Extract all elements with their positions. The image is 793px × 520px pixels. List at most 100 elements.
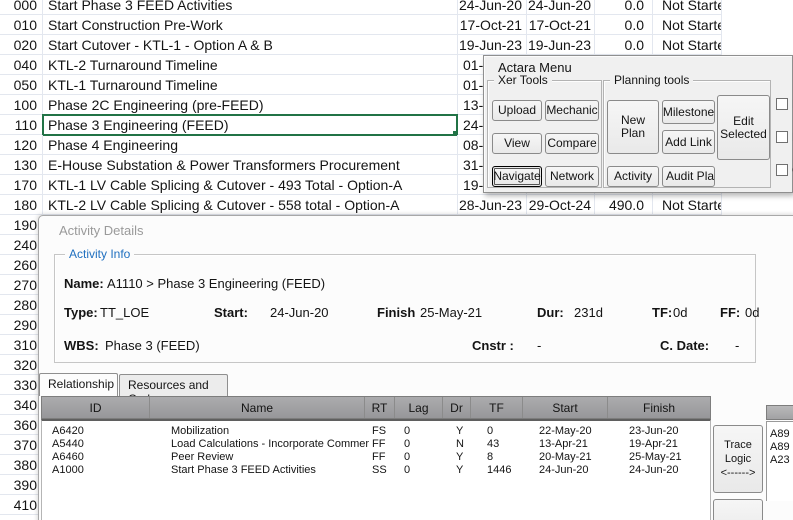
cell-start-date[interactable]: 19-Jun-23 [458, 35, 527, 55]
cell-activity-name[interactable]: Start Cutover - KTL-1 - Option A & B [43, 35, 458, 55]
cell-activity-id[interactable]: 120 [0, 135, 43, 155]
relationship-cell: 24-Jun-20 [629, 464, 679, 477]
side-list-item[interactable]: A89 [770, 441, 793, 454]
cell-finish-date[interactable]: 19-Jun-23 [527, 35, 595, 55]
cell-activity-id[interactable]: 130 [0, 155, 43, 175]
panel-title: Activity Details [59, 223, 144, 238]
lower-right-button[interactable] [713, 499, 763, 520]
cell-activity-id[interactable]: 270 [0, 275, 43, 295]
relationship-cell: 8 [487, 451, 493, 464]
cell-total-float[interactable]: 0.0 [595, 0, 653, 15]
cell-activity-name[interactable]: Phase 3 Engineering (FEED) [43, 115, 458, 135]
relationship-cell: A1000 [52, 464, 84, 477]
upload-button[interactable]: Upload [492, 100, 542, 121]
audit-plan-button[interactable]: Audit Plan [662, 166, 715, 187]
actara-menu-dialog: Actara Menu Xer Tools Upload Mechanic Vi… [483, 55, 793, 193]
relationship-row[interactable]: A6460Peer ReviewFF0Y820-May-2125-May-21 [42, 451, 710, 464]
side-list-item[interactable]: A23 [770, 454, 793, 467]
cell-activity-id[interactable]: 370 [0, 435, 43, 455]
cell-start-date[interactable]: 17-Oct-21 [458, 15, 527, 35]
checkbox-icon[interactable] [776, 164, 788, 176]
cell-finish-date[interactable]: 24-Jun-20 [527, 0, 595, 15]
edit-selected-button[interactable]: Edit Selected [717, 95, 770, 160]
trace-logic-button[interactable]: Trace Logic <------> [713, 425, 763, 493]
checkbox-icon[interactable] [776, 131, 788, 143]
ff-label: FF: [720, 305, 740, 320]
relationship-row[interactable]: A1000Start Phase 3 FEED ActivitiesSS0Y14… [42, 464, 710, 477]
cell-finish-date[interactable]: 17-Oct-21 [527, 15, 595, 35]
network-button[interactable]: Network [545, 166, 599, 187]
cell-status[interactable]: Not Starte [653, 35, 722, 55]
cell-activity-id[interactable]: 040 [0, 55, 43, 75]
cell-activity-name[interactable]: KTL-1 LV Cable Splicing & Cutover - 493 … [43, 175, 458, 195]
relationship-cell: A6420 [52, 425, 84, 438]
cell-start-date[interactable]: 24-Jun-20 [458, 0, 527, 15]
cell-activity-name[interactable]: Start Construction Pre-Work [43, 15, 458, 35]
cell-activity-name[interactable]: KTL-2 Turnaround Timeline [43, 55, 458, 75]
cell-activity-id[interactable]: 240 [0, 235, 43, 255]
checkbox-l[interactable]: L [776, 97, 793, 111]
cell-activity-id[interactable]: 410 [0, 495, 43, 515]
relationship-cell: 13-Apr-21 [539, 438, 588, 451]
cell-total-float[interactable]: 490.0 [595, 195, 653, 215]
activity-button[interactable]: Activity [607, 166, 659, 187]
side-list-item[interactable]: A89 [770, 428, 793, 441]
cell-activity-id[interactable]: 280 [0, 295, 43, 315]
mechanic-button[interactable]: Mechanic [545, 100, 599, 121]
cell-activity-id[interactable]: 100 [0, 95, 43, 115]
cell-activity-id[interactable]: 170 [0, 175, 43, 195]
cell-activity-id[interactable]: 050 [0, 75, 43, 95]
cell-activity-id[interactable]: 260 [0, 255, 43, 275]
cell-activity-id[interactable]: 180 [0, 195, 43, 215]
cell-total-float[interactable]: 0.0 [595, 15, 653, 35]
relationship-row[interactable]: A5440Load Calculations - Incorporate Com… [42, 438, 710, 451]
navigate-button[interactable]: Navigate [492, 166, 542, 187]
cell-activity-id[interactable]: 320 [0, 355, 43, 375]
cell-activity-id[interactable]: 330 [0, 375, 43, 395]
sheet-row: 180KTL-2 LV Cable Splicing & Cutover - 5… [0, 195, 793, 215]
relationship-row[interactable]: A6420MobilizationFS0Y022-May-2023-Jun-20 [42, 425, 710, 438]
cell-activity-id[interactable]: 340 [0, 395, 43, 415]
cell-status[interactable]: Not Starte [653, 15, 722, 35]
tf-label: TF: [652, 305, 672, 320]
cell-activity-id[interactable]: 010 [0, 15, 43, 35]
cell-activity-name[interactable]: KTL-1 Turnaround Timeline [43, 75, 458, 95]
cell-activity-id[interactable]: 000 [0, 0, 43, 15]
cell-status[interactable]: Not Starte [653, 0, 722, 15]
cell-activity-name[interactable]: Phase 4 Engineering [43, 135, 458, 155]
cell-activity-id[interactable]: 020 [0, 35, 43, 55]
cell-activity-id[interactable]: 190 [0, 215, 43, 235]
cell-activity-name[interactable]: KTL-2 LV Cable Splicing & Cutover - 558 … [43, 195, 458, 215]
successor-id-list: A89A89A23 [766, 421, 793, 501]
col-header-id: ID [42, 397, 150, 418]
cell-status[interactable]: Not Starte [653, 195, 722, 215]
cell-activity-name[interactable]: Start Phase 3 FEED Activities [43, 0, 458, 15]
tab-resources-and-codes[interactable]: Resources and Codes [119, 374, 228, 396]
cell-activity-id[interactable]: 310 [0, 335, 43, 355]
new-plan-button[interactable]: New Plan [607, 100, 659, 154]
type-value: TT_LOE [100, 305, 149, 320]
cell-total-float[interactable]: 0.0 [595, 35, 653, 55]
col-header-name: Name [150, 397, 365, 418]
cell-activity-id[interactable]: 290 [0, 315, 43, 335]
add-link-button[interactable]: Add Link [662, 130, 715, 154]
cell-start-date[interactable]: 28-Jun-23 [458, 195, 527, 215]
view-button[interactable]: View [492, 133, 542, 154]
checkbox-c[interactable]: C [776, 163, 793, 177]
start-label: Start: [214, 305, 248, 320]
relationship-cell: 20-May-21 [539, 451, 592, 464]
cell-finish-date[interactable]: 29-Oct-24 [527, 195, 595, 215]
cell-activity-name[interactable]: Phase 2C Engineering (pre-FEED) [43, 95, 458, 115]
cell-activity-id[interactable]: 380 [0, 455, 43, 475]
checkbox-icon[interactable] [776, 98, 788, 110]
planning-tools-label: Planning tools [610, 73, 693, 87]
milestone-button[interactable]: Milestone [662, 100, 715, 124]
cell-activity-name[interactable]: E-House Substation & Power Transformers … [43, 155, 458, 175]
xer-tools-group: Xer Tools Upload Mechanic View Compare N… [487, 80, 602, 188]
compare-button[interactable]: Compare [545, 133, 599, 154]
cell-activity-id[interactable]: 390 [0, 475, 43, 495]
checkbox-f[interactable]: F [776, 130, 793, 144]
cell-activity-id[interactable]: 360 [0, 415, 43, 435]
tab-relationship[interactable]: Relationship [39, 373, 118, 396]
cell-activity-id[interactable]: 110 [0, 115, 43, 135]
